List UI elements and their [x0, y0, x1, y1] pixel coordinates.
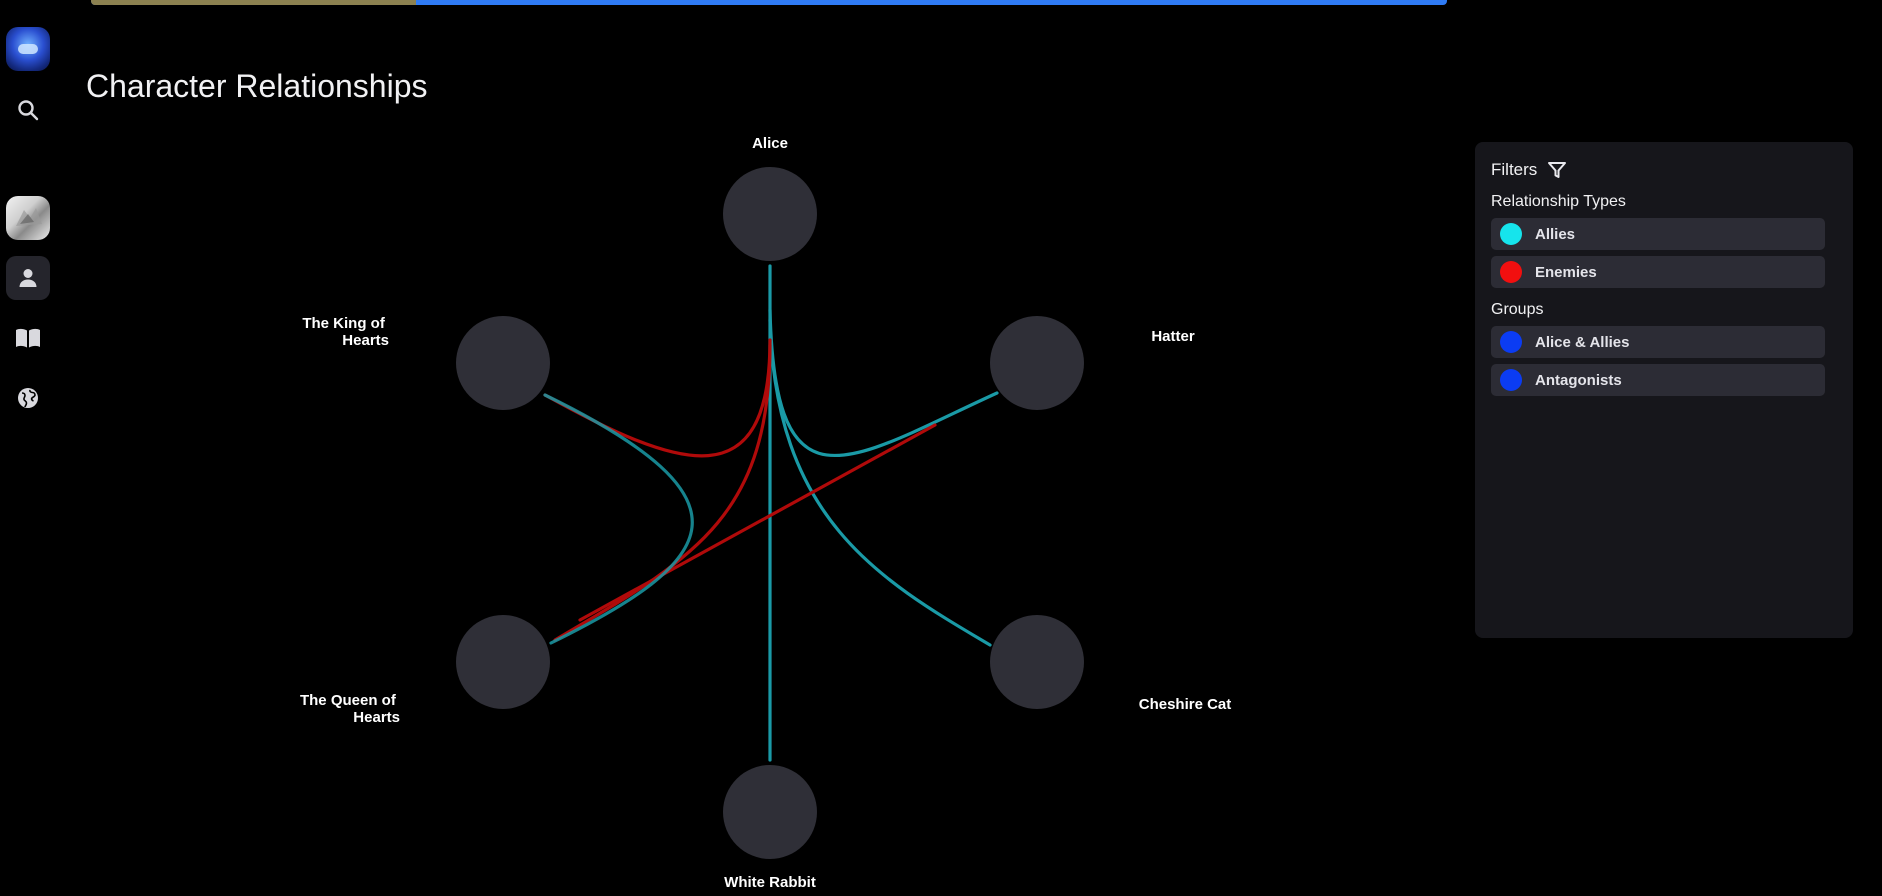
- node-label-queen-of-hearts: The Queen of Hearts: [300, 692, 400, 726]
- relationship-types-title: Relationship Types: [1491, 193, 1626, 210]
- node-label-alice: Alice: [752, 135, 788, 152]
- group-color-dot: [1500, 331, 1522, 353]
- filter-label: Antagonists: [1535, 371, 1622, 389]
- node-label-line: Hearts: [353, 709, 400, 726]
- node-label-king-of-hearts: The King of Hearts: [302, 315, 389, 349]
- node-label-line: The Queen of: [300, 692, 397, 709]
- node-hatter[interactable]: [990, 316, 1084, 410]
- node-label-line: The King of: [302, 315, 385, 332]
- graph-edges: [543, 264, 999, 762]
- node-alice[interactable]: [723, 167, 817, 261]
- node-cheshire-cat[interactable]: [990, 615, 1084, 709]
- edge-alice-hatter[interactable]: [768, 308, 999, 457]
- filter-label: Alice & Allies: [1535, 333, 1630, 351]
- filters-panel: Filters Relationship Types Allies Enemie…: [1475, 142, 1853, 638]
- node-queen-of-hearts[interactable]: [456, 615, 550, 709]
- filters-header: Filters: [1491, 160, 1567, 180]
- filter-allies[interactable]: Allies: [1491, 218, 1825, 250]
- filters-title: Filters: [1491, 160, 1538, 179]
- group-color-dot: [1500, 369, 1522, 391]
- relationship-graph: Alice Hatter Cheshire Cat White Rabbit T…: [300, 135, 1232, 891]
- filter-label: Enemies: [1535, 263, 1597, 281]
- filter-enemies[interactable]: Enemies: [1491, 256, 1825, 288]
- filter-icon[interactable]: [1547, 160, 1567, 180]
- filter-group-alice-allies[interactable]: Alice & Allies: [1491, 326, 1825, 358]
- edge-alice-king[interactable]: [543, 338, 772, 458]
- node-label-hatter: Hatter: [1151, 328, 1195, 345]
- node-label-white-rabbit: White Rabbit: [724, 874, 816, 891]
- edge-alice-queen[interactable]: [553, 343, 772, 642]
- node-label-line: Hearts: [342, 332, 389, 349]
- filter-group-antagonists[interactable]: Antagonists: [1491, 364, 1825, 396]
- allies-color-dot: [1500, 223, 1522, 245]
- edge-hatter-queen[interactable]: [578, 423, 937, 622]
- node-white-rabbit[interactable]: [723, 765, 817, 859]
- groups-title: Groups: [1491, 301, 1544, 318]
- edge-alice-cheshire[interactable]: [768, 318, 992, 647]
- filter-label: Allies: [1535, 225, 1576, 243]
- node-king-of-hearts[interactable]: [456, 316, 550, 410]
- node-label-cheshire-cat: Cheshire Cat: [1139, 696, 1232, 713]
- enemies-color-dot: [1500, 261, 1522, 283]
